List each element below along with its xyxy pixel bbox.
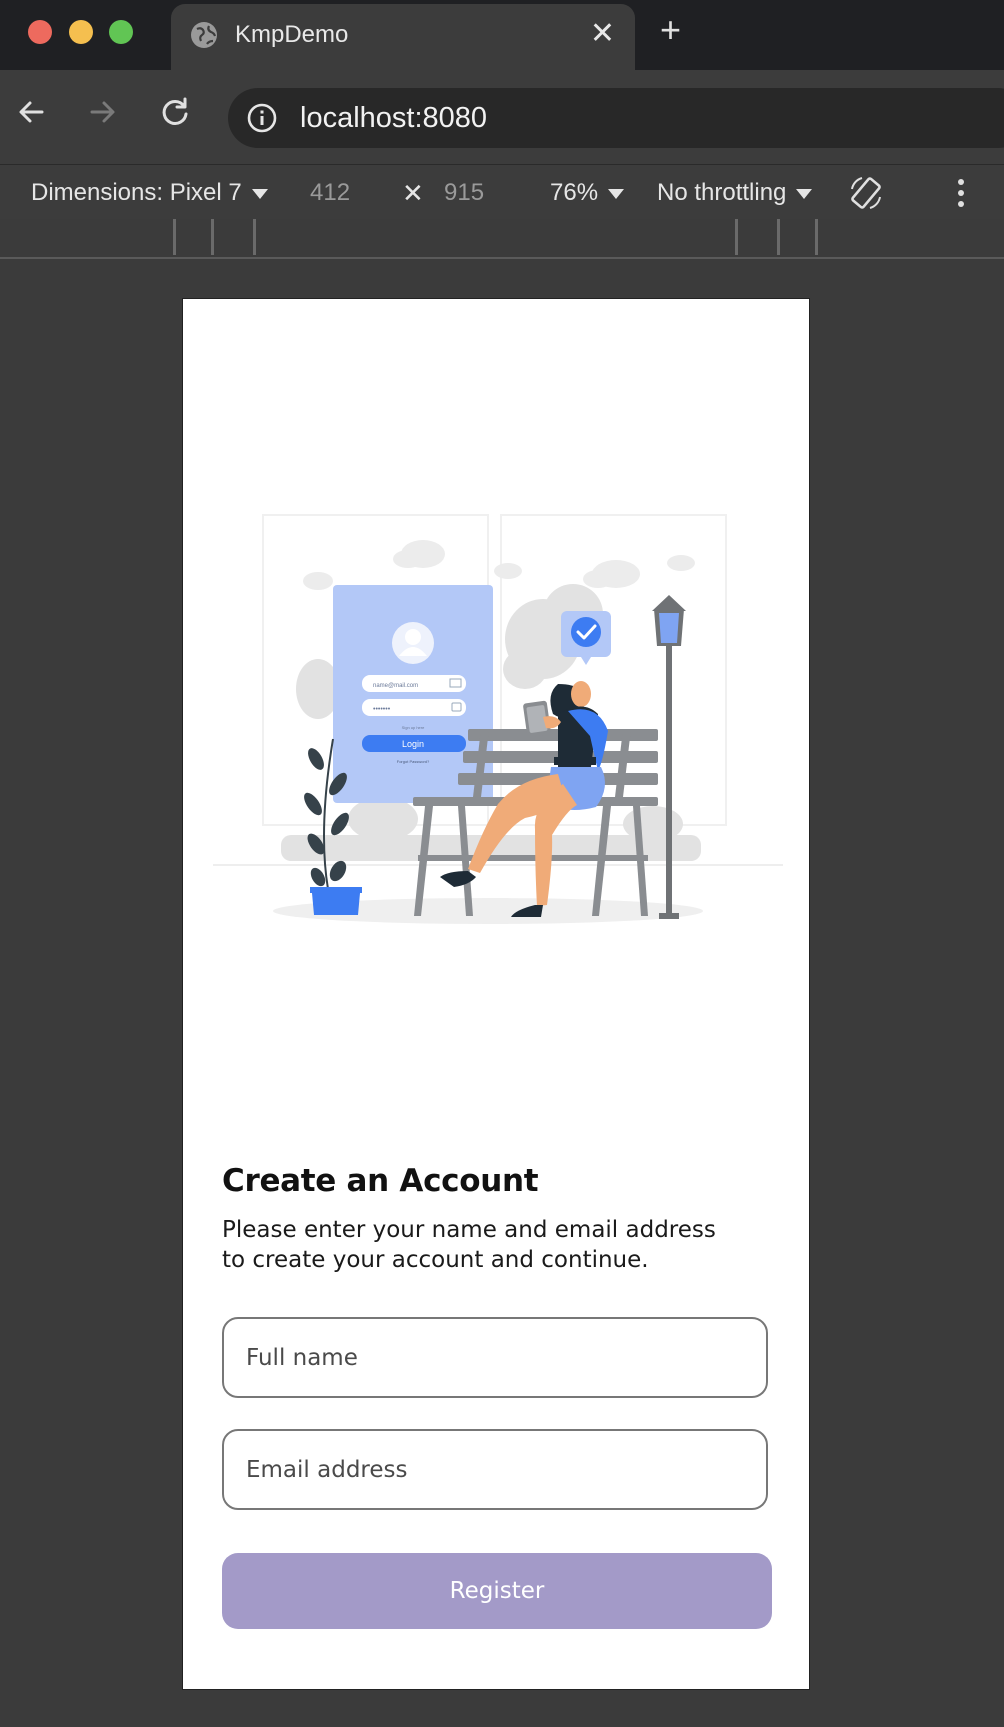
zoom-label: 76%: [550, 179, 599, 206]
email-input[interactable]: [224, 1431, 766, 1508]
throttling-label: No throttling: [657, 179, 787, 206]
browser-tab[interactable]: KmpDemo ✕: [171, 4, 635, 70]
url-text[interactable]: localhost:8080: [300, 102, 487, 135]
ruler-tick: [777, 219, 780, 255]
device-toolbar: Dimensions: Pixel 7 412 ✕ 915 76% No thr…: [0, 164, 1004, 220]
zoom-dropdown[interactable]: 76%: [550, 179, 625, 207]
ruler-tick: [815, 219, 818, 255]
width-input[interactable]: 412: [310, 179, 350, 207]
email-field[interactable]: [222, 1429, 768, 1510]
globe-icon: [191, 22, 217, 48]
maximize-window-button[interactable]: [109, 20, 133, 44]
times-icon: ✕: [402, 178, 424, 208]
login-illustration: name@mail.com ••••••• Sign up here Login…: [213, 514, 783, 924]
illustration-login-text: Login: [402, 739, 424, 749]
dimensions-label: Dimensions: Pixel 7: [31, 179, 242, 206]
tab-strip: KmpDemo ✕ +: [0, 0, 1004, 70]
full-name-field[interactable]: [222, 1317, 768, 1398]
tab-close-icon[interactable]: ✕: [590, 16, 615, 52]
ruler-tick: [173, 219, 176, 255]
throttling-dropdown[interactable]: No throttling: [657, 179, 813, 207]
back-icon[interactable]: [12, 92, 52, 132]
media-query-ruler: [0, 219, 1004, 259]
register-button[interactable]: Register: [222, 1553, 772, 1629]
full-name-input[interactable]: [224, 1319, 766, 1396]
page-title: Create an Account: [222, 1163, 539, 1199]
tab-title: KmpDemo: [235, 21, 349, 48]
site-info-icon[interactable]: [246, 102, 278, 134]
new-tab-button[interactable]: +: [660, 10, 681, 50]
chevron-down-icon: [796, 188, 813, 199]
page-subtitle: Please enter your name and email address…: [222, 1217, 716, 1273]
height-input[interactable]: 915: [444, 179, 484, 207]
dimensions-dropdown[interactable]: Dimensions: Pixel 7: [31, 179, 268, 207]
illustration-signup-text: Sign up here: [402, 725, 425, 730]
illustration-forgot-text: Forgot Password?: [397, 759, 430, 764]
minimize-window-button[interactable]: [69, 20, 93, 44]
rotate-icon[interactable]: [846, 173, 886, 213]
reload-icon[interactable]: [155, 92, 195, 132]
address-bar[interactable]: localhost:8080: [228, 88, 1004, 148]
ruler-tick: [211, 219, 214, 255]
chevron-down-icon: [608, 188, 625, 199]
close-window-button[interactable]: [28, 20, 52, 44]
chevron-down-icon: [251, 188, 268, 199]
device-viewport: name@mail.com ••••••• Sign up here Login…: [182, 298, 810, 1690]
ruler-tick: [253, 219, 256, 255]
browser-toolbar: localhost:8080: [0, 70, 1004, 164]
forward-icon[interactable]: [82, 92, 122, 132]
ruler-tick: [735, 219, 738, 255]
illustration-email-text: name@mail.com: [373, 683, 418, 689]
more-options-icon[interactable]: [954, 177, 968, 209]
illustration-password-text: •••••••: [373, 706, 391, 713]
